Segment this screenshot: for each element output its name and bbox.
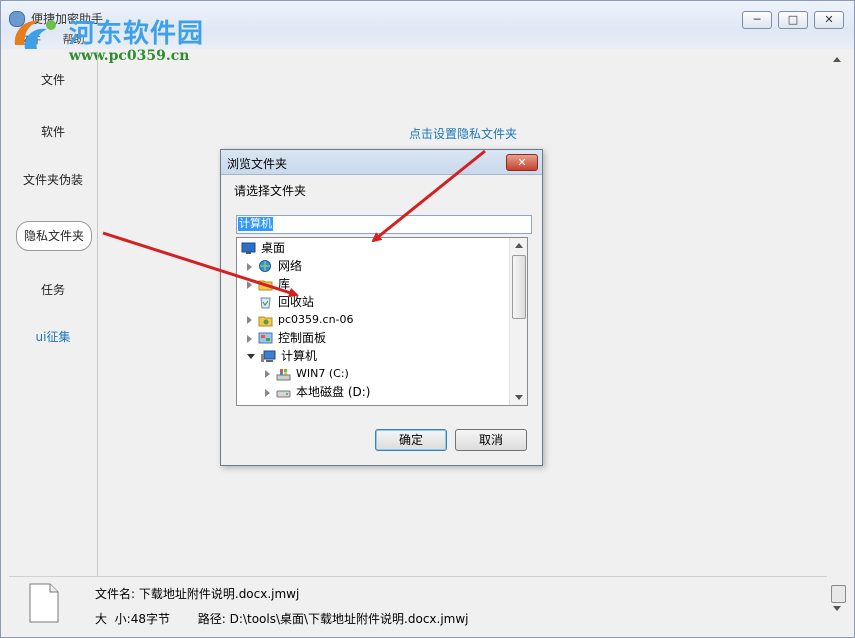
tree-item-label: 库	[278, 277, 291, 291]
expand-icon[interactable]	[247, 262, 252, 271]
sidebar-item-software[interactable]: 软件	[9, 123, 97, 140]
dialog-title-bar: 浏览文件夹 ✕	[221, 150, 542, 175]
tree-item-label: 网络	[278, 259, 303, 273]
expand-icon[interactable]	[247, 280, 252, 289]
tree-scrollbar[interactable]	[509, 238, 527, 405]
file-name-line: 文件名: 下载地址附件说明.docx.jmwj	[95, 585, 299, 602]
tree-item-label: WIN7 (C:)	[296, 367, 349, 380]
folder-tree[interactable]: 桌面 网络 库 回收站 pc0359.cn-06 控制面板 计算机 WIN7 (…	[236, 237, 528, 406]
file-name-label: 文件名:	[95, 587, 136, 601]
tree-scroll-thumb[interactable]	[512, 255, 526, 319]
close-button[interactable]: ✕	[814, 11, 844, 29]
document-icon	[29, 583, 59, 623]
file-size-value: 48字节	[130, 612, 170, 626]
network-icon	[259, 260, 271, 272]
dialog-title: 浏览文件夹	[227, 157, 288, 171]
tree-item-control-panel[interactable]: 控制面板	[247, 329, 326, 347]
sidebar-item-ui-collection[interactable]: ui征集	[9, 328, 97, 345]
scroll-down-icon[interactable]	[833, 606, 841, 611]
tree-item-network[interactable]: 网络	[247, 257, 302, 275]
minimize-button[interactable]: ─	[742, 11, 772, 29]
tree-item-recycle-bin[interactable]: 回收站	[258, 293, 314, 311]
library-icon	[258, 280, 273, 291]
tree-item-library[interactable]: 库	[247, 275, 290, 293]
expand-icon[interactable]	[247, 316, 252, 324]
ok-button[interactable]: 确定	[375, 429, 447, 451]
collapse-icon[interactable]	[247, 354, 255, 359]
tree-item-label: pc0359.cn-06	[278, 313, 354, 326]
tree-item-label: 回收站	[278, 295, 315, 309]
tree-item-desktop[interactable]: 桌面	[241, 239, 285, 257]
tree-item-user-folder[interactable]: pc0359.cn-06	[247, 311, 354, 329]
sidebar-item-task[interactable]: 任务	[9, 281, 97, 298]
tree-item-drive-d[interactable]: 本地磁盘 (D:)	[265, 383, 370, 401]
browse-folder-dialog: 浏览文件夹 ✕ 请选择文件夹 计算机 桌面 网络 库 回收站 pc0359.cn…	[220, 149, 543, 466]
watermark-logo-icon	[14, 20, 56, 49]
scroll-up-icon[interactable]	[833, 57, 841, 62]
tree-item-label: 计算机	[281, 349, 318, 363]
sidebar-item-folder-disguise[interactable]: 文件夹伪装	[9, 171, 97, 188]
file-name-value: 下载地址附件说明.docx.jmwj	[138, 587, 300, 601]
annotation-tip: 点击设置隐私文件夹	[409, 127, 518, 141]
desktop-icon	[241, 242, 256, 254]
sidebar: 文件 软件 文件夹伪装 隐私文件夹 任务 ui征集	[9, 51, 98, 576]
dialog-prompt: 请选择文件夹	[234, 184, 307, 198]
expand-icon[interactable]	[247, 334, 252, 343]
user-folder-icon	[258, 316, 273, 326]
tree-item-label: 本地磁盘 (D:)	[296, 385, 371, 399]
expand-icon[interactable]	[265, 370, 270, 378]
file-path-value: D:\tools\桌面\下载地址附件说明.docx.jmwj	[229, 612, 469, 626]
tree-item-computer[interactable]: 计算机	[247, 347, 317, 365]
tree-scroll-up-icon[interactable]	[515, 243, 523, 248]
tree-scroll-down-icon[interactable]	[515, 395, 523, 400]
file-path-label: 路径:	[197, 612, 226, 626]
close-icon: ✕	[824, 13, 834, 26]
tree-item-drive-c[interactable]: WIN7 (C:)	[265, 365, 349, 383]
maximize-button[interactable]: □	[778, 11, 808, 29]
recycle-bin-icon	[260, 297, 271, 309]
file-info-panel: 文件名: 下载地址附件说明.docx.jmwj 大 小:48字节 路径: D:\…	[9, 576, 827, 633]
folder-name-input[interactable]: 计算机	[236, 215, 532, 234]
dialog-close-button[interactable]: ✕	[506, 154, 538, 171]
scroll-thumb[interactable]	[831, 585, 846, 603]
system-drive-icon	[276, 368, 291, 380]
cancel-button[interactable]: 取消	[455, 429, 527, 451]
file-size-line: 大 小:48字节 路径: D:\tools\桌面\下载地址附件说明.docx.j…	[95, 610, 469, 627]
maximize-icon: □	[787, 13, 799, 26]
folder-name-value: 计算机	[238, 217, 273, 231]
sidebar-item-file[interactable]: 文件	[9, 71, 97, 88]
control-panel-icon	[258, 332, 273, 344]
tree-item-label: 控制面板	[278, 331, 327, 345]
file-size-label: 大 小:	[95, 612, 131, 626]
minimize-icon: ─	[753, 13, 761, 26]
sidebar-item-private-folder[interactable]: 隐私文件夹	[16, 221, 92, 251]
tree-item-label: 桌面	[261, 241, 286, 255]
window-controls: ─ □ ✕	[742, 11, 844, 29]
expand-icon[interactable]	[265, 388, 270, 397]
main-scrollbar[interactable]	[830, 51, 846, 611]
watermark-text: 河东软件园	[69, 19, 205, 49]
disk-drive-icon	[276, 390, 291, 398]
computer-icon	[261, 350, 276, 362]
main-window: 便捷加密助手 文件 帮助 ─ □ ✕ 河东软件园 www.pc0359.cn 文…	[0, 0, 855, 638]
